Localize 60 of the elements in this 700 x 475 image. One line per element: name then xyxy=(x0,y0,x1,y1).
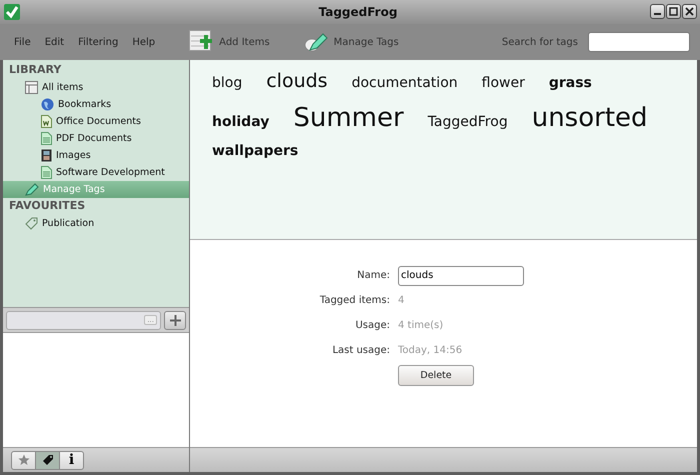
field-label: Usage: xyxy=(354,320,390,331)
field-label: Tagged items: xyxy=(318,295,390,306)
menu-item[interactable]: Edit xyxy=(44,36,64,48)
toolbar-button[interactable]: Manage Tags xyxy=(304,32,399,52)
tree-item[interactable]: Images xyxy=(3,147,189,164)
tree-item[interactable]: PDF Documents xyxy=(3,130,189,147)
tree-item[interactable]: All items xyxy=(3,79,189,96)
tree-item[interactable]: Software Development xyxy=(3,164,189,181)
document-icon xyxy=(41,166,52,179)
search-label: Search for tags xyxy=(502,36,578,48)
tag-link[interactable]: unsorted xyxy=(532,103,648,133)
menu-item[interactable]: File xyxy=(14,36,31,48)
list-icon xyxy=(25,81,38,94)
menu-item[interactable]: Filtering xyxy=(78,36,118,48)
toolbar-button[interactable]: Add Items xyxy=(189,30,270,54)
close-icon xyxy=(685,7,694,16)
tag-link[interactable]: documentation xyxy=(352,75,458,91)
plus-icon xyxy=(170,314,180,326)
close-button[interactable] xyxy=(682,4,697,19)
field-label: Name: xyxy=(356,270,390,281)
field-value: Today, 14:56 xyxy=(398,345,464,356)
field-value: 4 time(s) xyxy=(398,320,444,331)
tag-link[interactable]: TaggedFrog xyxy=(428,114,508,130)
field-value: 4 xyxy=(398,295,406,306)
tag-link[interactable]: clouds xyxy=(266,70,328,92)
tag-link[interactable]: holiday xyxy=(212,114,270,130)
tree-item[interactable]: Publication xyxy=(3,215,189,232)
star-tab[interactable] xyxy=(11,450,36,470)
tag-link[interactable]: blog xyxy=(212,75,242,91)
tag-link[interactable]: flower xyxy=(482,75,525,91)
tag-tab[interactable] xyxy=(35,450,60,470)
section-heading: FAVOURITES xyxy=(8,198,86,214)
tree-item[interactable]: Bookmarks xyxy=(3,96,189,113)
app-logo-icon xyxy=(4,4,20,20)
film-icon xyxy=(41,149,52,162)
maximize-icon xyxy=(669,7,678,16)
delete-button[interactable]: Delete xyxy=(398,365,474,386)
search-field[interactable] xyxy=(588,32,690,52)
add-document-icon xyxy=(189,30,214,54)
tag-icon xyxy=(42,454,54,466)
pen-icon xyxy=(25,183,39,196)
tree-item[interactable]: Office Documents xyxy=(3,113,189,130)
tag-link[interactable]: wallpapers xyxy=(212,143,298,159)
minimize-button[interactable] xyxy=(650,4,665,19)
document-icon xyxy=(41,115,52,128)
document-icon xyxy=(41,132,52,145)
pen-icon xyxy=(304,32,328,52)
tag-link[interactable]: grass xyxy=(548,75,592,91)
tag-link[interactable]: Summer xyxy=(293,103,404,133)
info-tab[interactable]: i xyxy=(59,450,84,470)
window-title: TaggedFrog xyxy=(318,5,398,19)
star-icon xyxy=(18,454,30,466)
field-label: Last usage: xyxy=(331,345,390,356)
tag-icon xyxy=(25,217,38,230)
add-button[interactable] xyxy=(164,310,186,330)
section-heading: LIBRARY xyxy=(8,62,62,78)
menu-item[interactable]: Help xyxy=(132,36,156,48)
name-field[interactable]: clouds xyxy=(398,266,524,286)
globe-icon xyxy=(41,98,54,111)
maximize-button[interactable] xyxy=(666,4,681,19)
